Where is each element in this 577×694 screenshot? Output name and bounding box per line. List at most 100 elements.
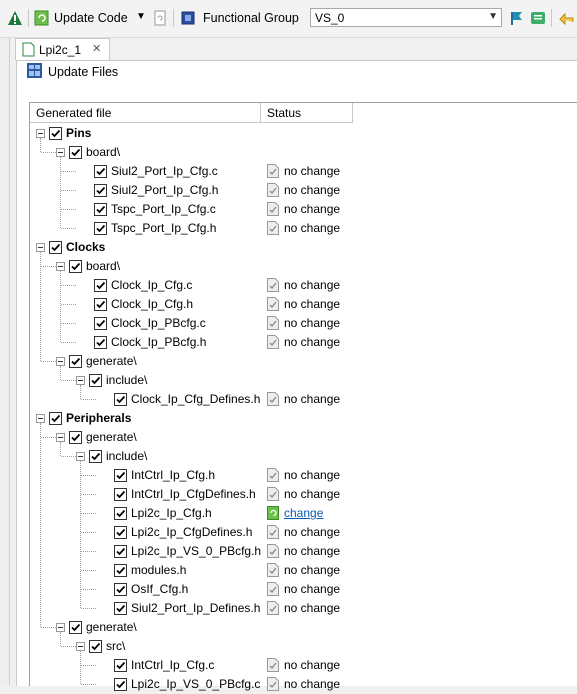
status-text: no change <box>284 183 341 197</box>
collapse-toggle-icon[interactable] <box>76 642 85 651</box>
include-checkbox[interactable] <box>69 146 82 159</box>
include-checkbox[interactable] <box>89 374 102 387</box>
include-checkbox[interactable] <box>114 526 127 539</box>
include-checkbox[interactable] <box>114 545 127 558</box>
status-text: no change <box>284 582 341 596</box>
chevron-down-icon: ▼ <box>488 11 498 22</box>
update-code-button[interactable]: Update Code <box>54 11 128 25</box>
status-text: no change <box>284 297 341 311</box>
include-checkbox[interactable] <box>114 583 127 596</box>
file-name: modules.h <box>131 563 187 577</box>
flag-icon[interactable] <box>508 10 524 26</box>
collapse-toggle-icon[interactable] <box>56 262 65 271</box>
tree-folder-row[interactable] <box>30 124 570 143</box>
folder-label: Pins <box>66 126 92 140</box>
no-change-icon <box>267 297 279 311</box>
include-checkbox[interactable] <box>114 393 127 406</box>
include-checkbox[interactable] <box>94 165 107 178</box>
no-change-icon <box>267 601 279 615</box>
tree-connector <box>61 456 76 457</box>
file-name: OsIf_Cfg.h <box>131 582 189 596</box>
file-name: Lpi2c_Ip_VS_0_PBcfg.h <box>131 544 262 558</box>
file-name: Clock_Ip_Cfg_Defines.h <box>131 392 261 406</box>
generated-file-icon[interactable] <box>152 10 168 26</box>
status-text: no change <box>284 392 341 406</box>
collapse-toggle-icon[interactable] <box>36 243 45 252</box>
file-name: Lpi2c_Ip_VS_0_PBcfg.c <box>131 677 261 691</box>
update-code-icon[interactable] <box>34 10 50 26</box>
back-arrow-icon[interactable] <box>559 10 575 26</box>
collapse-toggle-icon[interactable] <box>56 623 65 632</box>
include-checkbox[interactable] <box>94 279 107 292</box>
include-checkbox[interactable] <box>94 184 107 197</box>
status-text: no change <box>284 544 341 558</box>
notes-icon[interactable] <box>530 10 546 26</box>
tree-connector <box>61 646 76 647</box>
include-checkbox[interactable] <box>114 602 127 615</box>
collapse-toggle-icon[interactable] <box>36 414 45 423</box>
collapse-toggle-icon[interactable] <box>56 433 65 442</box>
tree-connector <box>41 627 56 628</box>
tree-connector <box>61 323 76 324</box>
include-checkbox[interactable] <box>94 298 107 311</box>
functional-group-select[interactable]: VS_0 ▼ <box>310 8 502 27</box>
status-text: no change <box>284 658 341 672</box>
folder-label: Peripherals <box>66 411 132 425</box>
include-checkbox[interactable] <box>49 127 62 140</box>
tree-connector <box>81 551 96 552</box>
include-checkbox[interactable] <box>49 241 62 254</box>
include-checkbox[interactable] <box>69 431 82 444</box>
tree-connector <box>81 513 96 514</box>
include-checkbox[interactable] <box>89 640 102 653</box>
tree-connector <box>60 271 61 342</box>
include-checkbox[interactable] <box>69 260 82 273</box>
toolbar-separator <box>28 9 29 27</box>
chip-icon[interactable] <box>180 10 196 26</box>
tree-connector <box>41 437 56 438</box>
left-side-panel <box>0 38 10 685</box>
tree-connector <box>81 570 96 571</box>
include-checkbox[interactable] <box>114 488 127 501</box>
close-icon[interactable]: ✕ <box>92 42 101 55</box>
folder-label: include\ <box>106 449 148 463</box>
tree-connector <box>61 209 76 210</box>
folder-label: generate\ <box>86 430 137 444</box>
column-header-generated-file[interactable]: Generated file <box>30 103 261 123</box>
change-icon <box>267 506 279 520</box>
include-checkbox[interactable] <box>69 621 82 634</box>
tree-folder-row[interactable] <box>30 238 570 257</box>
functional-group-value: VS_0 <box>315 11 345 25</box>
column-header-status[interactable]: Status <box>261 103 353 123</box>
toolbar: Update Code ▼ Functional Group VS_0 ▼ <box>0 0 577 38</box>
include-checkbox[interactable] <box>114 469 127 482</box>
collapse-toggle-icon[interactable] <box>56 357 65 366</box>
change-link[interactable]: change <box>284 506 323 520</box>
include-checkbox[interactable] <box>89 450 102 463</box>
tree-connector <box>41 152 56 153</box>
include-checkbox[interactable] <box>94 222 107 235</box>
update-code-dropdown-icon[interactable]: ▼ <box>136 11 146 22</box>
include-checkbox[interactable] <box>114 507 127 520</box>
status-text: no change <box>284 335 341 349</box>
toolbar-separator <box>551 9 552 27</box>
status-text: no change <box>284 563 341 577</box>
tree-connector <box>81 494 96 495</box>
include-checkbox[interactable] <box>94 203 107 216</box>
collapse-toggle-icon[interactable] <box>76 452 85 461</box>
tree-connector <box>61 171 76 172</box>
include-checkbox[interactable] <box>69 355 82 368</box>
tree-connector <box>61 285 76 286</box>
collapse-toggle-icon[interactable] <box>76 376 85 385</box>
collapse-toggle-icon[interactable] <box>36 129 45 138</box>
collapse-toggle-icon[interactable] <box>56 148 65 157</box>
include-checkbox[interactable] <box>114 659 127 672</box>
tree-connector <box>81 589 96 590</box>
include-checkbox[interactable] <box>94 336 107 349</box>
warning-icon[interactable] <box>7 10 23 26</box>
tree-connector <box>81 532 96 533</box>
include-checkbox[interactable] <box>114 564 127 577</box>
tab-lpi2c-1[interactable]: Lpi2c_1 ✕ <box>15 38 110 60</box>
tree-connector <box>80 651 81 684</box>
include-checkbox[interactable] <box>49 412 62 425</box>
include-checkbox[interactable] <box>94 317 107 330</box>
